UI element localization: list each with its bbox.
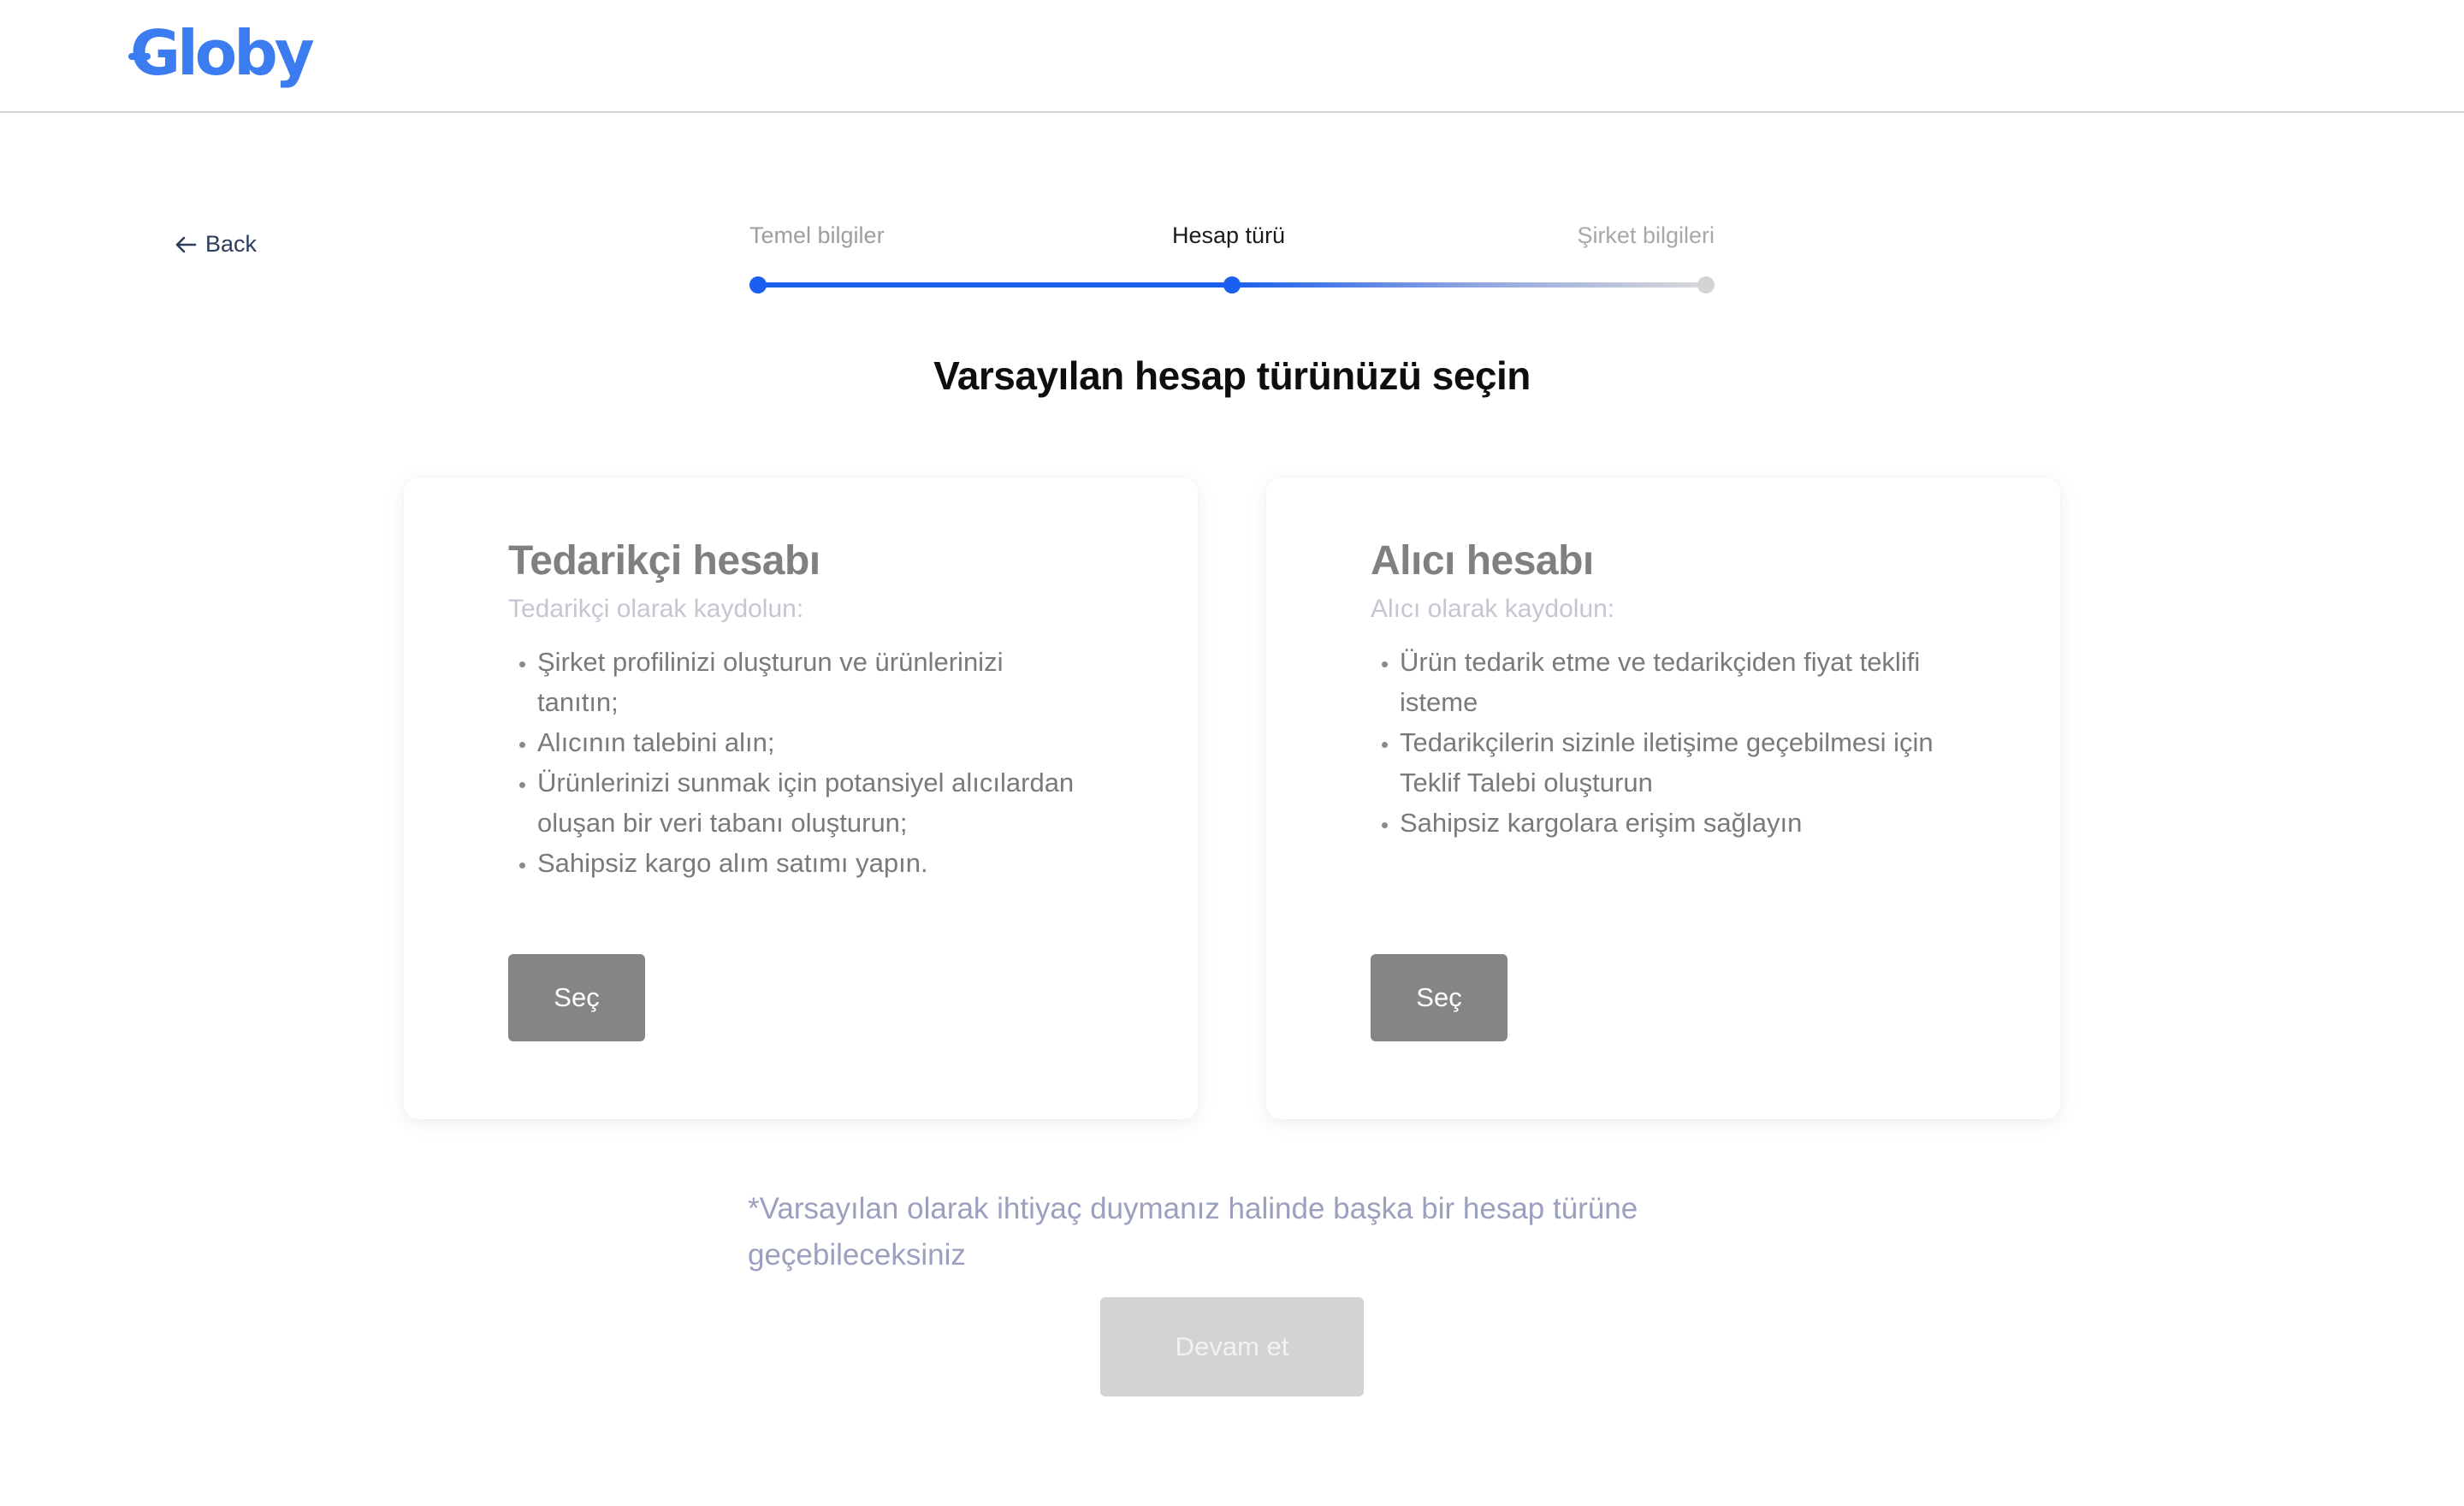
list-item: Sahipsiz kargolara erişim sağlayın	[1400, 803, 1947, 843]
step-dot-active	[1223, 276, 1241, 293]
step-dot-completed	[749, 276, 767, 293]
select-buyer-button[interactable]: Seç	[1371, 954, 1507, 1041]
top-header: Globy	[0, 0, 2464, 113]
card-title: Tedarikçi hesabı	[508, 538, 820, 584]
logo-dash-mark	[128, 53, 151, 60]
supplier-account-card[interactable]: Tedarikçi hesabı Tedarikçi olarak kaydol…	[404, 477, 1198, 1119]
globy-logo[interactable]: Globy	[128, 17, 315, 89]
card-subtitle: Alıcı olarak kaydolun:	[1371, 595, 1615, 623]
feature-list: Şirket profilinizi oluşturun ve ürünleri…	[508, 642, 1085, 883]
feature-list: Ürün tedarik etme ve tedarikçiden fiyat …	[1371, 642, 1947, 843]
list-item: Sahipsiz kargo alım satımı yapın.	[537, 843, 1085, 883]
step-dot-upcoming	[1697, 276, 1715, 293]
list-item: Alıcının talebini alın;	[537, 722, 1085, 762]
progress-stepper: Temel bilgiler Hesap türü Şirket bilgile…	[749, 219, 1715, 305]
back-link[interactable]: Back	[175, 231, 257, 258]
arrow-left-icon	[175, 235, 197, 254]
step-label-basic-info: Temel bilgiler	[749, 222, 885, 248]
card-subtitle: Tedarikçi olarak kaydolun:	[508, 595, 804, 623]
logo-text: Globy	[130, 17, 315, 89]
continue-button[interactable]: Devam et	[1100, 1297, 1364, 1396]
buyer-account-card[interactable]: Alıcı hesabı Alıcı olarak kaydolun: Ürün…	[1266, 477, 2060, 1119]
back-label: Back	[205, 231, 258, 257]
select-supplier-button[interactable]: Seç	[508, 954, 645, 1041]
page-title: Varsayılan hesap türünüzü seçin	[933, 353, 1531, 398]
list-item: Tedarikçilerin sizinle iletişime geçebil…	[1400, 722, 1947, 803]
step-label-company-info: Şirket bilgileri	[1577, 222, 1715, 248]
list-item: Ürünlerinizi sunmak için potansiyel alıc…	[537, 762, 1085, 843]
footnote-text: *Varsayılan olarak ihtiyaç duymanız hali…	[748, 1192, 1638, 1272]
list-item: Ürün tedarik etme ve tedarikçiden fiyat …	[1400, 642, 1947, 722]
step-label-account-type: Hesap türü	[1172, 222, 1286, 248]
list-item: Şirket profilinizi oluşturun ve ürünleri…	[537, 642, 1085, 722]
card-title: Alıcı hesabı	[1371, 538, 1594, 584]
